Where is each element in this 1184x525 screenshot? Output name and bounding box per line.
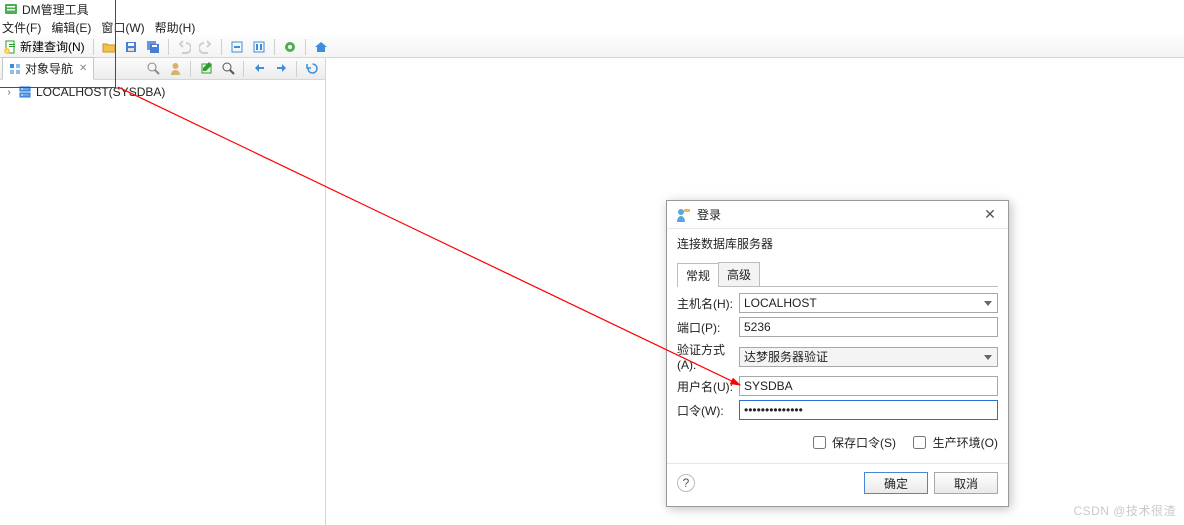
app-title: DM管理工具: [22, 1, 89, 18]
nav-edit-button[interactable]: [197, 60, 215, 78]
toggle-a-button[interactable]: [228, 38, 246, 56]
help-button[interactable]: ?: [677, 474, 695, 492]
login-dialog: 登录 ✕ 连接数据库服务器 常规 高级 主机名(H): LOCALHOST 端口…: [666, 200, 1009, 507]
refresh-icon: [306, 62, 319, 75]
toolbar-separator: [243, 61, 244, 77]
user-input[interactable]: SYSDBA: [739, 376, 998, 396]
collapse-icon: [253, 62, 266, 75]
nav-find-button[interactable]: [144, 60, 162, 78]
toggle-b-button[interactable]: [250, 38, 268, 56]
login-options: 保存口令(S) 生产环境(O): [667, 426, 1008, 463]
label-host: 主机名(H):: [677, 295, 739, 312]
close-icon[interactable]: ✕: [79, 63, 87, 74]
tool-green-button[interactable]: [281, 38, 299, 56]
toolbar-separator: [221, 39, 222, 55]
search-icon: [147, 62, 160, 75]
tab-advanced[interactable]: 高级: [718, 262, 760, 286]
user-icon: [169, 62, 182, 75]
toolbar-separator: [305, 39, 306, 55]
toolbar-separator: [190, 61, 191, 77]
gear-run-icon: [283, 40, 297, 54]
menu-window[interactable]: 窗口(W): [101, 19, 144, 36]
main-toolbar: + 新建查询(N): [0, 36, 1184, 58]
home-button[interactable]: [312, 38, 330, 56]
menu-edit[interactable]: 编辑(E): [51, 19, 91, 36]
save-password-checkbox[interactable]: 保存口令(S): [809, 436, 896, 450]
new-query-icon: +: [4, 40, 18, 54]
toolbar-separator: [296, 61, 297, 77]
login-form: 主机名(H): LOCALHOST 端口(P): 5236 验证方式(A): 达…: [667, 287, 1008, 426]
object-tree: › LOCALHOST(SYSDBA): [0, 80, 325, 104]
tab-label: 对象导航: [25, 60, 73, 77]
new-query-button[interactable]: + 新建查询(N): [2, 38, 87, 55]
label-auth: 验证方式(A):: [677, 341, 739, 372]
nav-expand-button[interactable]: [272, 60, 290, 78]
cancel-button[interactable]: 取消: [934, 472, 998, 494]
svg-text:+: +: [6, 49, 9, 54]
label-password: 口令(W):: [677, 402, 739, 419]
dialog-footer: ? 确定 取消: [667, 463, 1008, 506]
tree-node-label: LOCALHOST(SYSDBA): [36, 85, 165, 99]
toolbar-icon: [230, 40, 244, 54]
menu-file[interactable]: 文件(F): [2, 19, 41, 36]
dialog-title-bar[interactable]: 登录 ✕: [667, 201, 1008, 229]
nav-search2-button[interactable]: [219, 60, 237, 78]
home-icon: [314, 40, 328, 54]
login-icon: [675, 207, 691, 223]
toolbar-icon: [252, 40, 266, 54]
tree-node-localhost[interactable]: › LOCALHOST(SYSDBA): [2, 84, 323, 100]
dialog-title: 登录: [697, 206, 721, 223]
label-user: 用户名(U):: [677, 378, 739, 395]
label-port: 端口(P):: [677, 319, 739, 336]
toolbar-separator: [274, 39, 275, 55]
port-input[interactable]: 5236: [739, 317, 998, 337]
save-icon: [124, 40, 138, 54]
dialog-tabs: 常规 高级: [677, 262, 998, 287]
toolbar-separator: [93, 39, 94, 55]
undo-button[interactable]: [175, 38, 193, 56]
title-bar: DM管理工具: [0, 0, 1184, 18]
redo-button[interactable]: [197, 38, 215, 56]
watermark: CSDN @技术很渣: [1073, 502, 1176, 519]
save-button[interactable]: [122, 38, 140, 56]
nav-refresh-button[interactable]: [303, 60, 321, 78]
toolbar-separator: [168, 39, 169, 55]
expand-icon: [275, 62, 288, 75]
object-navigator-pane: 对象导航 ✕ › LOCALHOST(SYSDBA): [0, 58, 326, 525]
nav-collapse-button[interactable]: [250, 60, 268, 78]
menu-bar: 文件(F) 编辑(E) 窗口(W) 帮助(H): [0, 18, 1184, 36]
object-navigator-tab[interactable]: 对象导航 ✕: [2, 57, 94, 80]
app-icon: [4, 2, 18, 16]
expand-toggle[interactable]: ›: [4, 87, 14, 97]
save-all-button[interactable]: [144, 38, 162, 56]
redo-icon: [199, 40, 213, 54]
tree-icon: [9, 63, 21, 75]
edit-icon: [200, 62, 213, 75]
save-all-icon: [146, 40, 160, 54]
nav-user-button[interactable]: [166, 60, 184, 78]
server-icon: [18, 85, 32, 99]
menu-help[interactable]: 帮助(H): [155, 19, 196, 36]
ok-button[interactable]: 确定: [864, 472, 928, 494]
search-icon: [222, 62, 235, 75]
undo-icon: [177, 40, 191, 54]
auth-combo[interactable]: 达梦服务器验证: [739, 347, 998, 367]
password-input[interactable]: ••••••••••••••: [739, 400, 998, 420]
production-env-checkbox[interactable]: 生产环境(O): [909, 436, 998, 450]
dialog-subtitle: 连接数据库服务器: [667, 229, 1008, 256]
open-folder-button[interactable]: [100, 38, 118, 56]
object-nav-toolbar: [144, 60, 325, 78]
dialog-close-button[interactable]: ✕: [980, 205, 1000, 225]
folder-open-icon: [102, 40, 116, 54]
host-combo[interactable]: LOCALHOST: [739, 293, 998, 313]
view-tab-bar: 对象导航 ✕: [0, 58, 325, 80]
tab-general[interactable]: 常规: [677, 263, 719, 287]
